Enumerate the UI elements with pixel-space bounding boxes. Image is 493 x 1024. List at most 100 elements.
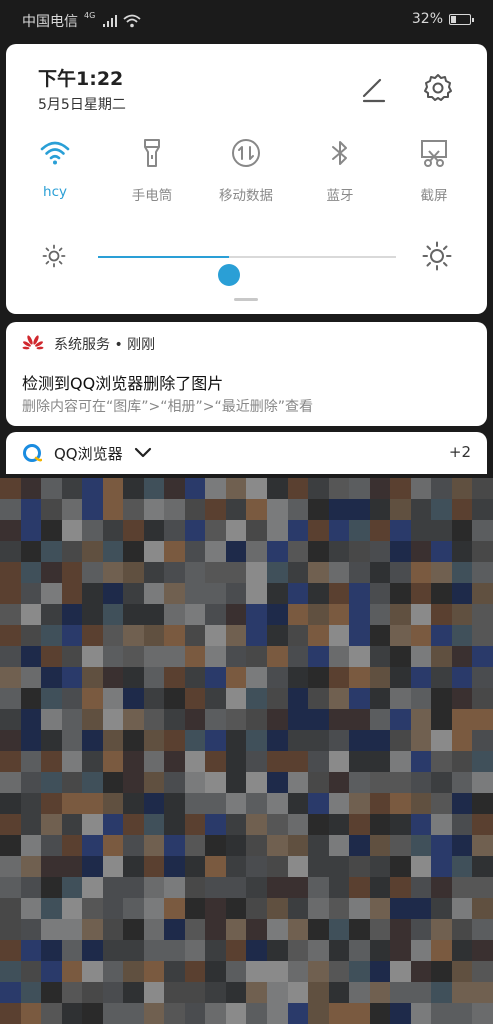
mosaic-tile — [451, 541, 473, 562]
mosaic-tile — [267, 520, 288, 541]
mosaic-tile — [328, 625, 350, 646]
mosaic-tile — [390, 751, 411, 772]
mosaic-tile — [328, 814, 350, 835]
mosaic-tile — [390, 499, 411, 520]
mosaic-tile — [390, 940, 411, 961]
mosaic-tile — [246, 625, 268, 646]
mosaic-tile — [41, 898, 62, 919]
mosaic-tile — [246, 688, 268, 709]
mosaic-tile — [225, 499, 247, 520]
qq-browser-notification[interactable]: QQ浏览器 +2 — [6, 432, 487, 474]
mosaic-tile — [431, 919, 452, 940]
mosaic-tile — [61, 1003, 83, 1024]
mosaic-tile — [451, 709, 473, 730]
mosaic-tile — [431, 856, 452, 877]
mosaic-tile — [41, 919, 62, 940]
mosaic-tile — [20, 499, 42, 520]
toggle-flashlight[interactable]: 手电筒 — [112, 136, 192, 204]
mosaic-tile — [287, 583, 309, 604]
brightness-slider[interactable] — [98, 256, 396, 286]
mosaic-tile — [225, 793, 247, 814]
mosaic-tile — [451, 1003, 473, 1024]
mosaic-tile — [143, 940, 165, 961]
mosaic-tile — [184, 898, 206, 919]
mosaic-tile — [349, 940, 370, 961]
mosaic-tile — [349, 856, 370, 877]
brightness-knob[interactable] — [218, 264, 241, 286]
mosaic-tile — [184, 499, 206, 520]
brightness-auto-icon[interactable] — [422, 241, 452, 271]
mosaic-tile — [205, 667, 226, 688]
carrier-label: 中国电信 — [22, 14, 78, 30]
toggle-bluetooth[interactable]: 蓝牙 — [300, 136, 380, 204]
mosaic-tile — [451, 835, 473, 856]
mosaic-tile — [82, 520, 103, 541]
mosaic-tile — [0, 1003, 21, 1024]
mosaic-tile — [246, 751, 268, 772]
mosaic-tile — [369, 856, 391, 877]
mosaic-tile — [349, 583, 370, 604]
mosaic-tile — [41, 940, 62, 961]
mosaic-tile — [451, 583, 473, 604]
mosaic-tile — [102, 583, 124, 604]
mosaic-tile — [287, 520, 309, 541]
mosaic-tile — [308, 583, 329, 604]
mosaic-tile — [184, 793, 206, 814]
mosaic-tile — [410, 604, 432, 625]
mosaic-tile — [20, 814, 42, 835]
mosaic-tile — [267, 835, 288, 856]
mosaic-tile — [390, 667, 411, 688]
mosaic-tile — [82, 877, 103, 898]
mosaic-tile — [472, 793, 493, 814]
mosaic-tile — [20, 604, 42, 625]
mosaic-tile — [123, 961, 144, 982]
toggle-screenshot[interactable]: 截屏 — [394, 136, 474, 204]
mosaic-tile — [287, 499, 309, 520]
mosaic-tile — [431, 709, 452, 730]
mosaic-tile — [287, 814, 309, 835]
mosaic-tile — [287, 667, 309, 688]
mosaic-tile — [41, 478, 62, 499]
mosaic-tile — [82, 856, 103, 877]
chevron-down-icon[interactable] — [134, 445, 152, 459]
mosaic-tile — [472, 604, 493, 625]
mosaic-tile — [123, 709, 144, 730]
mosaic-tile — [143, 604, 165, 625]
mosaic-tile — [164, 1003, 185, 1024]
mosaic-tile — [390, 541, 411, 562]
gear-icon[interactable] — [422, 72, 454, 104]
mosaic-tile — [184, 1003, 206, 1024]
panel-drag-handle[interactable] — [234, 298, 258, 301]
mosaic-tile — [390, 583, 411, 604]
mosaic-tile — [205, 793, 226, 814]
mosaic-tile — [143, 877, 165, 898]
mosaic-tile — [0, 919, 21, 940]
system-notification[interactable]: 系统服务 • 刚刚 检测到QQ浏览器删除了图片 删除内容可在“图库”>“相册”>… — [6, 322, 487, 426]
mosaic-tile — [369, 793, 391, 814]
mosaic-tile — [164, 667, 185, 688]
mosaic-tile — [61, 814, 83, 835]
mosaic-tile — [451, 877, 473, 898]
mosaic-tile — [349, 562, 370, 583]
mosaic-tile — [267, 478, 288, 499]
mosaic-tile — [205, 940, 226, 961]
edit-icon[interactable] — [358, 74, 388, 104]
mosaic-tile — [328, 751, 350, 772]
mosaic-tile — [184, 730, 206, 751]
mosaic-tile — [431, 814, 452, 835]
mosaic-tile — [431, 1003, 452, 1024]
mosaic-tile — [41, 520, 62, 541]
mosaic-tile — [472, 478, 493, 499]
toggle-wifi[interactable]: hcy — [15, 136, 95, 200]
toggle-mobile-data[interactable]: 移动数据 — [206, 136, 286, 204]
mosaic-tile — [143, 709, 165, 730]
mosaic-tile — [328, 667, 350, 688]
mosaic-tile — [369, 940, 391, 961]
mosaic-tile — [267, 562, 288, 583]
mosaic-tile — [472, 625, 493, 646]
mosaic-tile — [308, 730, 329, 751]
mosaic-tile — [410, 730, 432, 751]
mosaic-tile — [184, 604, 206, 625]
mosaic-tile — [184, 940, 206, 961]
mosaic-tile — [184, 688, 206, 709]
